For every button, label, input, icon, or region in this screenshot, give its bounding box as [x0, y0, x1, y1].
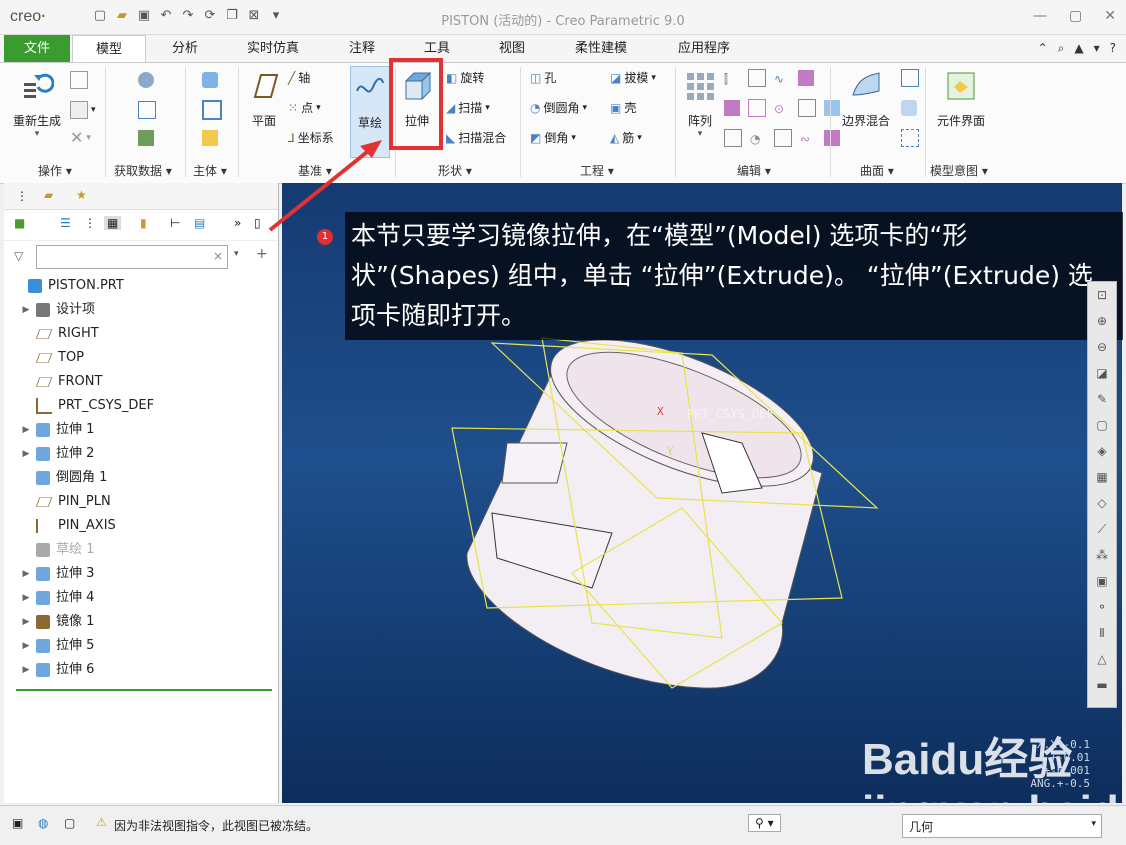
- warning-icon: ⚠: [96, 815, 107, 829]
- perspective-icon[interactable]: ◇: [1088, 490, 1116, 516]
- appearance-icon[interactable]: ✎: [1088, 386, 1116, 412]
- fullscreen-icon[interactable]: ▢: [64, 816, 75, 830]
- saved-orientations-icon[interactable]: ◈: [1088, 438, 1116, 464]
- pause-icon[interactable]: Ⅱ: [1088, 620, 1116, 646]
- layout-icon[interactable]: ▣: [12, 816, 23, 830]
- refit-icon[interactable]: ⊡: [1088, 282, 1116, 308]
- display-style-icon[interactable]: ▢: [1088, 412, 1116, 438]
- annotation-display-icon[interactable]: ▣: [1088, 568, 1116, 594]
- section-icon[interactable]: ⟋: [1088, 516, 1116, 542]
- triangle-icon[interactable]: △: [1088, 646, 1116, 672]
- chevron-down-icon: ▾: [1091, 819, 1096, 829]
- find-icon[interactable]: ⚲ ▾: [748, 814, 781, 832]
- zoom-out-icon[interactable]: ⊖: [1088, 334, 1116, 360]
- spin-center-icon[interactable]: ⚬: [1088, 594, 1116, 620]
- datum-display-icon[interactable]: ⁂: [1088, 542, 1116, 568]
- repaint-icon[interactable]: ◪: [1088, 360, 1116, 386]
- browser-icon[interactable]: ◍: [38, 816, 48, 830]
- selection-filter-select[interactable]: 几何 ▾: [902, 814, 1102, 838]
- status-message: 因为非法视图指令，此视图已被冻结。: [114, 819, 319, 833]
- view-toolbar: ⊡ ⊕ ⊖ ◪ ✎ ▢ ◈ ▦ ◇ ⟋ ⁂ ▣ ⚬ Ⅱ △ ▬: [1087, 281, 1117, 708]
- pointer-arrow: [268, 140, 382, 232]
- status-bar: ▣ ◍ ▢ ⚠ 因为非法视图指令，此视图已被冻结。 ⚲ ▾ 几何 ▾: [0, 805, 1126, 845]
- eraser-icon[interactable]: ▬: [1088, 672, 1116, 698]
- zoom-in-icon[interactable]: ⊕: [1088, 308, 1116, 334]
- view-manager-icon[interactable]: ▦: [1088, 464, 1116, 490]
